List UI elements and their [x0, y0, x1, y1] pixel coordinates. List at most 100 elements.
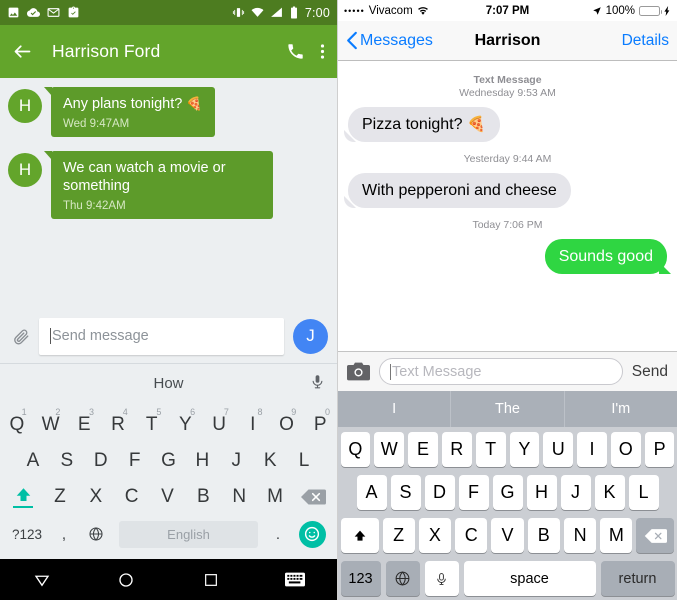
key-s[interactable]: S — [50, 450, 84, 472]
prediction-2[interactable]: The — [451, 391, 565, 427]
globe-icon[interactable] — [79, 526, 113, 542]
key-p[interactable]: P0 — [303, 407, 337, 436]
android-message-input[interactable]: Send message — [39, 317, 284, 355]
key-b[interactable]: B — [185, 486, 221, 508]
suggestion-word[interactable]: How — [153, 375, 183, 392]
key-z[interactable]: Z — [42, 486, 78, 508]
key-n[interactable]: N — [221, 486, 257, 508]
key-p[interactable]: P — [644, 432, 675, 467]
wifi-icon — [417, 7, 428, 15]
key-h[interactable]: H — [185, 450, 219, 472]
key-x[interactable]: X — [78, 486, 114, 508]
key-z[interactable]: Z — [382, 518, 415, 553]
key-i[interactable]: I — [577, 432, 607, 467]
key-y[interactable]: Y — [509, 432, 540, 467]
spacebar-key[interactable]: English — [119, 520, 258, 548]
android-input-placeholder: Send message — [50, 328, 149, 344]
key-label: I — [250, 414, 256, 435]
ios-message-input[interactable]: Text Message — [379, 358, 623, 385]
key-b[interactable]: B — [527, 518, 560, 553]
period-key[interactable]: . — [264, 526, 292, 543]
key-t[interactable]: T5 — [135, 407, 169, 436]
key-l[interactable]: L — [628, 475, 659, 510]
key-t[interactable]: T — [475, 432, 506, 467]
key-e[interactable]: E — [408, 432, 438, 467]
key-r[interactable]: R4 — [101, 407, 135, 436]
comma-key[interactable]: , — [49, 526, 79, 543]
key-v[interactable]: V — [491, 518, 524, 553]
microphone-icon — [437, 572, 446, 585]
key-g[interactable]: G — [152, 450, 186, 472]
key-d[interactable]: D — [84, 450, 118, 472]
key-q[interactable]: Q1 — [0, 407, 34, 436]
keyboard-row-4: 123 space return — [340, 561, 675, 596]
key-x[interactable]: X — [418, 518, 452, 553]
message-bubble[interactable]: Sounds good — [544, 239, 667, 274]
key-k[interactable]: K — [594, 475, 625, 510]
attachment-icon[interactable] — [7, 327, 35, 345]
nav-home-button[interactable] — [84, 571, 168, 589]
pizza-emoji: 🍕 — [466, 116, 486, 133]
message-bubble[interactable]: We can watch a movie or something Thu 9:… — [44, 151, 273, 219]
key-number: 9 — [291, 407, 297, 417]
key-f[interactable]: F — [118, 450, 152, 472]
key-c[interactable]: C — [455, 518, 488, 553]
key-c[interactable]: C — [114, 486, 150, 508]
backspace-key-icon[interactable] — [293, 488, 333, 506]
key-m[interactable]: M — [257, 486, 293, 508]
key-f[interactable]: F — [458, 475, 489, 510]
key-i[interactable]: I8 — [236, 407, 270, 436]
emoji-key[interactable] — [292, 520, 332, 548]
key-q[interactable]: Q — [340, 432, 371, 467]
key-u[interactable]: U7 — [202, 407, 236, 436]
nav-keyboard-toggle-button[interactable] — [253, 572, 337, 587]
globe-key[interactable] — [385, 561, 420, 596]
prediction-1[interactable]: I — [338, 391, 452, 427]
message-bubble[interactable]: Pizza tonight? 🍕 — [348, 107, 500, 142]
android-send-avatar-button[interactable]: J — [293, 318, 328, 354]
dictation-key[interactable] — [424, 561, 459, 596]
key-d[interactable]: D — [424, 475, 455, 510]
key-k[interactable]: K — [253, 450, 287, 472]
key-n[interactable]: N — [563, 518, 597, 553]
ios-send-button[interactable]: Send — [632, 363, 668, 381]
microphone-icon[interactable] — [310, 374, 325, 394]
carrier-name: Vivacom — [368, 4, 413, 17]
nav-recents-button[interactable] — [169, 572, 253, 588]
key-u[interactable]: U — [543, 432, 574, 467]
key-w[interactable]: W — [374, 432, 405, 467]
backspace-key[interactable] — [636, 518, 675, 553]
symbols-key[interactable]: ?123 — [5, 527, 49, 542]
key-h[interactable]: H — [526, 475, 557, 510]
key-label: P — [313, 414, 327, 435]
key-r[interactable]: R — [441, 432, 472, 467]
key-e[interactable]: E3 — [67, 407, 101, 436]
key-l[interactable]: L — [287, 450, 321, 472]
details-button[interactable]: Details — [622, 32, 669, 50]
key-m[interactable]: M — [600, 518, 633, 553]
key-s[interactable]: S — [390, 475, 421, 510]
key-o[interactable]: O — [610, 432, 641, 467]
key-y[interactable]: Y6 — [169, 407, 203, 436]
key-g[interactable]: G — [492, 475, 523, 510]
camera-icon[interactable] — [347, 362, 370, 381]
key-j[interactable]: J — [560, 475, 591, 510]
key-a[interactable]: A — [16, 450, 50, 472]
return-key[interactable]: return — [600, 561, 675, 596]
overflow-menu-icon[interactable] — [320, 42, 325, 61]
key-w[interactable]: W2 — [34, 407, 68, 436]
message-bubble[interactable]: With pepperoni and cheese — [348, 173, 571, 208]
key-a[interactable]: A — [356, 475, 387, 510]
nav-back-button[interactable] — [0, 571, 84, 589]
key-o[interactable]: O9 — [270, 407, 304, 436]
message-bubble[interactable]: Any plans tonight? 🍕 Wed 9:47AM — [44, 87, 215, 137]
prediction-3[interactable]: I'm — [565, 391, 677, 427]
shift-key-icon[interactable] — [4, 486, 42, 508]
key-j[interactable]: J — [219, 450, 253, 472]
numbers-key[interactable]: 123 — [340, 561, 381, 596]
shift-key[interactable] — [340, 518, 379, 553]
spacebar-key[interactable]: space — [463, 561, 596, 596]
back-arrow-icon[interactable] — [12, 41, 33, 62]
key-v[interactable]: V — [150, 486, 186, 508]
phone-call-icon[interactable] — [286, 42, 305, 61]
